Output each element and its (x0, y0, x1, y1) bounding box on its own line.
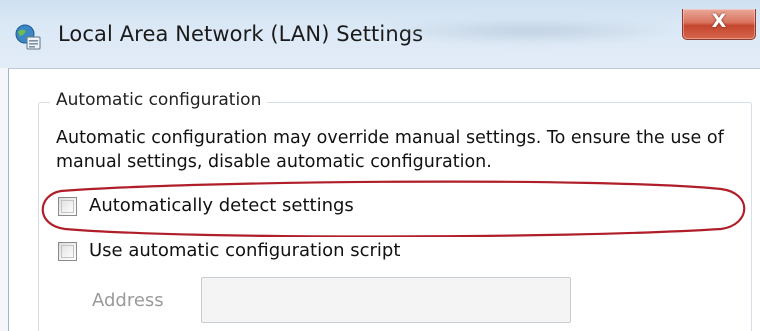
network-settings-icon (14, 23, 42, 51)
automatic-configuration-description: Automatic configuration may override man… (56, 128, 724, 172)
close-icon: X (711, 10, 727, 32)
close-button[interactable]: X (682, 9, 756, 40)
lan-settings-dialog: Local Area Network (LAN) Settings X Auto… (0, 0, 760, 331)
window-title: Local Area Network (LAN) Settings (58, 22, 424, 46)
title-bar[interactable]: Local Area Network (LAN) Settings X (0, 0, 760, 68)
highlight-annotation (41, 180, 746, 237)
auto-config-script-checkbox[interactable] (58, 242, 77, 261)
address-input[interactable] (201, 277, 571, 323)
group-title: Automatic configuration (50, 90, 268, 110)
address-label: Address (92, 290, 164, 311)
auto-config-script-label[interactable]: Use automatic configuration script (89, 240, 400, 261)
